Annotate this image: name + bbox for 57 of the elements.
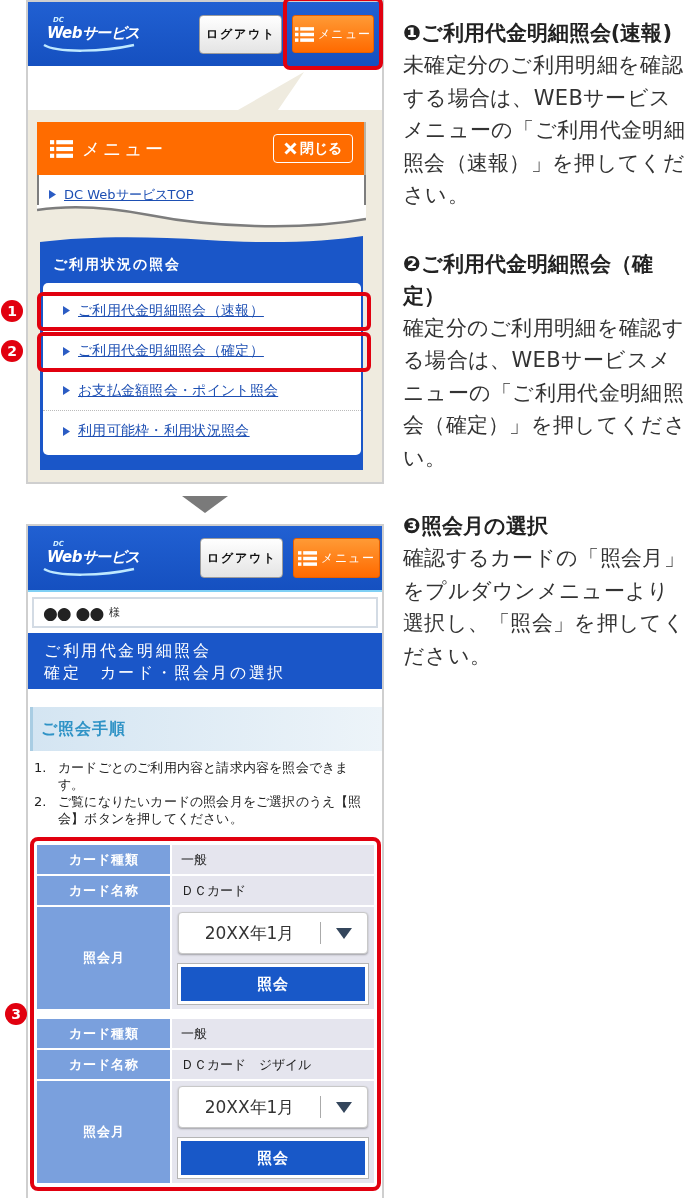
instruction-text: 確認するカードの「照会月」をプルダウンメニューより選択し、「照会」を押してください。 — [403, 545, 686, 670]
step-marker: 3 — [5, 1003, 27, 1025]
section-title: ご利用状況の照会 — [52, 255, 182, 274]
table-header-cell: 照会月 — [37, 907, 170, 1009]
step-text: カードごとのご利用内容と請求内容を照会できます。 — [58, 759, 350, 793]
triangle-icon — [63, 346, 70, 356]
triangle-icon — [49, 190, 56, 199]
step-marker: 1 — [1, 299, 23, 322]
table-header-cell: 照会月 — [37, 1081, 170, 1183]
table-cell: ＤＣカード — [172, 876, 374, 905]
table-header-cell: カード名称 — [37, 876, 170, 905]
month-select[interactable]: 20XX年1月 — [178, 1086, 368, 1128]
month-select[interactable]: 20XX年1月 — [178, 912, 368, 954]
down-arrow-icon — [182, 495, 228, 513]
logo-text: Webサービス — [47, 548, 140, 566]
triangle-icon — [63, 426, 70, 436]
caret-icon — [336, 1101, 352, 1113]
triangle-icon — [63, 386, 70, 395]
table-header-cell: カード名称 — [37, 1050, 170, 1079]
user-name: ●● ●● — [43, 602, 104, 623]
step-marker: 2 — [1, 340, 23, 362]
logout-button[interactable]: ログアウト — [199, 14, 282, 54]
list-icon — [50, 139, 73, 158]
close-icon — [284, 142, 297, 155]
instruction-heading: ❷ご利用代金明細照会（確定） — [403, 250, 654, 310]
step-number: 2. — [34, 793, 48, 811]
menu-link[interactable]: ご利用代金明細照会（速報） — [63, 301, 264, 320]
table-cell: 一般 — [172, 1019, 374, 1048]
table-cell: ＤＣカード ジザイル — [172, 1050, 374, 1079]
caret-icon — [336, 927, 352, 939]
page-title: ご利用代金明細照会 — [44, 640, 213, 662]
table-cell: 一般 — [172, 845, 374, 874]
swoosh-icon — [43, 567, 135, 576]
table-header-cell: カード種類 — [37, 1019, 170, 1048]
step-text: ご覧になりたいカードの照会月をご選択のうえ【照会】ボタンを押してください。 — [58, 793, 363, 827]
honorific: 様 — [109, 605, 121, 620]
instruction-text: 確定分のご利用明細を確認する場合は、WEBサービスメニューの「ご利用代金明細照会（確定）」を押してください。 — [403, 314, 687, 472]
instruction-heading: ❸照会月の選択 — [403, 513, 549, 540]
menu-title: メニュー — [82, 136, 166, 161]
query-button[interactable]: 照会 — [178, 964, 368, 1004]
list-icon — [298, 550, 317, 566]
logout-button[interactable]: ログアウト — [200, 538, 283, 578]
query-button[interactable]: 照会 — [178, 1138, 368, 1178]
section-heading: ご照会手順 — [30, 707, 382, 751]
instruction-heading: ❶ご利用代金明細照会(速報) — [403, 20, 673, 47]
menu-link[interactable]: 利用可能枠・利用状況照会 — [63, 422, 250, 440]
menu-link[interactable]: お支払金額照会・ポイント照会 — [63, 381, 279, 400]
table-header-cell: カード種類 — [37, 845, 170, 874]
page-title: 確定 カード・照会月の選択 — [44, 662, 287, 684]
menu-link[interactable]: DC WebサービスTOP — [49, 185, 194, 204]
instruction-text: 未確定分のご利用明細を確認する場合は、WEBサービスメニューの「ご利用代金明細照会（速報）」を押してください。 — [403, 52, 686, 209]
swoosh-icon — [43, 43, 135, 52]
menu-link[interactable]: ご利用代金明細照会（確定） — [63, 342, 264, 360]
step-number: 1. — [34, 759, 48, 777]
triangle-icon — [63, 306, 70, 315]
list-icon — [294, 26, 314, 42]
logo-text: Webサービス — [47, 24, 140, 42]
